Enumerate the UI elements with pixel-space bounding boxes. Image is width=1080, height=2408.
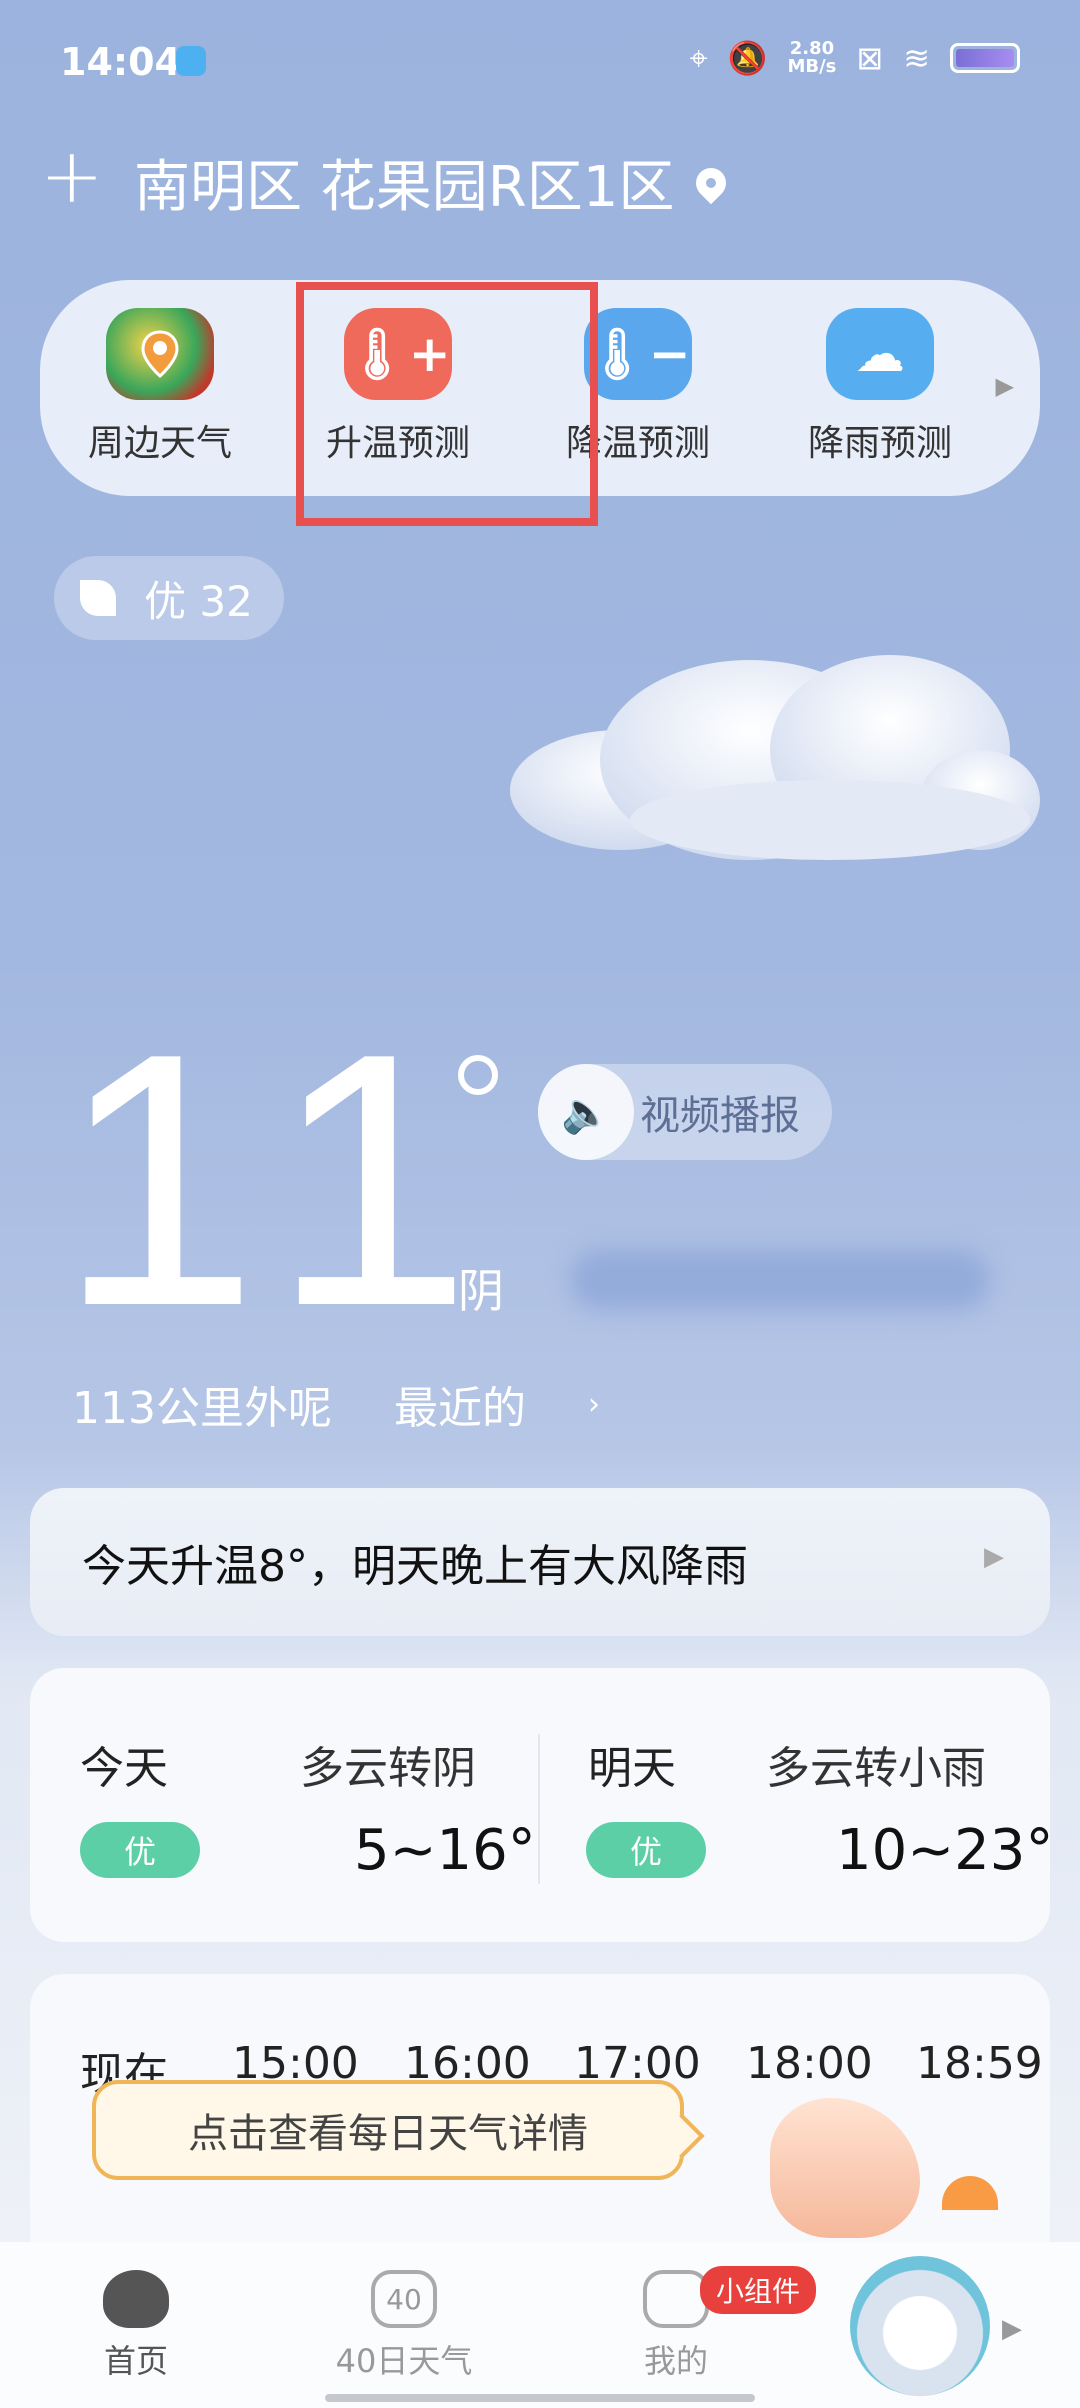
current-condition: 阴 [458,1264,504,1318]
news-ticker[interactable]: 113公里外呢 最近的 › [72,1372,600,1436]
two-day-forecast-card[interactable]: 今天 多云转阴 优 5~16° 明天 多云转小雨 优 10~23° [30,1668,1054,1942]
tomorrow-temp-range: 10~23° [836,1818,1054,1883]
video-broadcast-button[interactable]: 🔈 视频播报 [538,1064,832,1160]
today-aqi-badge: 优 [80,1822,200,1878]
divider [538,1734,540,1884]
widget-badge: 小组件 [700,2266,817,2314]
shortcut-nearby-weather[interactable]: 周边天气 [60,308,260,466]
aqi-badge[interactable]: 优 32 [54,556,284,640]
today-label: 今天 [80,1743,168,1794]
chevron-right-icon: › [587,1386,600,1422]
location-title[interactable]: 南明区 花果园R区1区 [134,142,733,223]
nav-home[interactable]: 首页 [46,2270,226,2382]
nav-40-day[interactable]: 40 40日天气 [314,2270,494,2382]
tomorrow-aqi-badge: 优 [586,1822,706,1878]
home-cloud-icon [103,2270,169,2328]
status-icons: ⌖ 🔕 2.80 MB/s ⊠ ≋ [690,40,1020,76]
add-city-button[interactable]: + [40,138,104,214]
leaf-icon [80,580,116,616]
tomorrow-condition: 多云转小雨 [766,1743,986,1794]
profile-icon [643,2270,709,2328]
daily-detail-tooltip[interactable]: 点击查看每日天气详情 [92,2080,684,2180]
highlight-box [296,282,598,526]
status-time: 14:04 [60,40,181,84]
rain-cloud-icon: ☁ [826,308,934,400]
location-icon: ⌖ [689,39,708,77]
location-text: 南明区 花果园R区1区 [134,155,675,220]
wifi-icon: ≋ [903,39,930,77]
map-pin-icon [106,308,214,400]
current-temperature: 11 [58,979,512,1381]
degree-symbol [458,1055,498,1095]
tomorrow-label: 明天 [588,1743,676,1794]
cloud-illustration [510,655,1040,860]
mute-icon: 🔕 [727,39,768,77]
location-pin-icon [690,161,733,204]
today-condition: 多云转阴 [300,1743,476,1794]
assistant-avatar[interactable] [850,2256,990,2396]
chevron-right-icon: ▶ [984,1542,1004,1572]
shortcut-rain-forecast[interactable]: ☁ 降雨预测 [780,308,980,466]
chevron-right-icon[interactable]: ▶ [996,372,1014,400]
calendar-icon: 40 [371,2270,437,2328]
sim-icon: ⊠ [856,39,884,77]
hour-label: 18:59 [916,2038,1043,2089]
weather-alert-card[interactable]: 今天升温8°，明天晚上有大风降雨 ▶ [30,1488,1050,1636]
chevron-right-icon[interactable]: ▶ [1002,2314,1022,2344]
battery-icon [950,43,1020,73]
hour-label: 18:00 [746,2038,873,2089]
net-speed: 2.80 MB/s [787,38,837,77]
weather-app-icon [176,46,206,76]
blurred-info [570,1250,990,1310]
thermometer-minus-icon: 🌡− [584,308,692,400]
today-temp-range: 5~16° [354,1818,536,1883]
home-indicator[interactable] [325,2394,755,2402]
speaker-icon: 🔈 [538,1064,634,1160]
